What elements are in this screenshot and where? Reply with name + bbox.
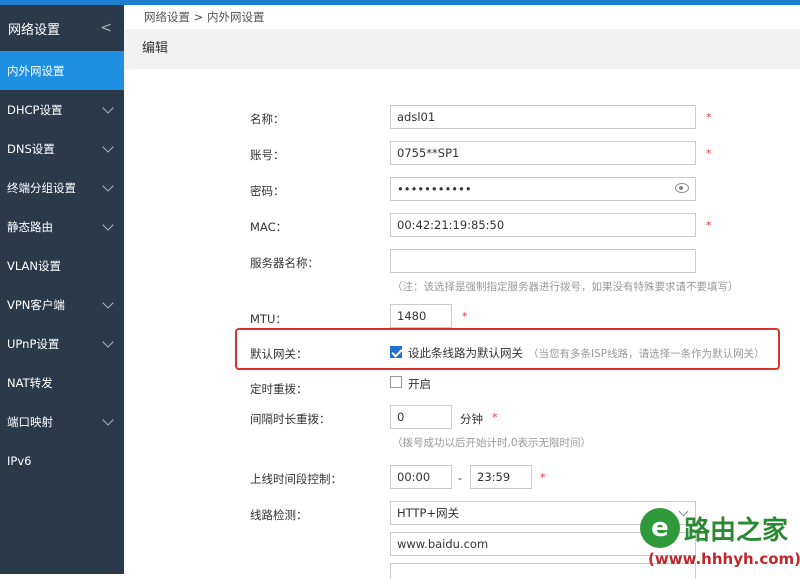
server-name-input[interactable] — [390, 249, 696, 273]
sidebar-item-label: DHCP设置 — [7, 102, 63, 117]
scheduled-redial-checkbox-label: 开启 — [408, 377, 431, 391]
required-mark: * — [540, 471, 546, 484]
required-mark: * — [462, 310, 468, 323]
chevron-down-icon — [102, 179, 114, 192]
account-label: 账号： — [250, 148, 285, 162]
sidebar-item-label: 静态路由 — [7, 219, 53, 234]
sidebar-item-vlan[interactable]: VLAN设置 — [0, 246, 124, 285]
sidebar-item-label: VPN客户端 — [7, 297, 65, 312]
line-detect-label: 线路检测： — [250, 508, 308, 522]
sidebar-item-label: 终端分组设置 — [7, 180, 76, 195]
mtu-input[interactable]: 1480 — [390, 304, 452, 328]
sidebar-item-nat[interactable]: NAT转发 — [0, 363, 124, 402]
default-gateway-checkbox-label: 设此条线路为默认网关 — [408, 346, 523, 360]
account-input[interactable]: 0755**SP1 — [390, 141, 696, 165]
sidebar-item-label: UPnP设置 — [7, 336, 60, 351]
password-label: 密码： — [250, 184, 285, 198]
sidebar-item-dhcp[interactable]: DHCP设置 — [0, 90, 124, 129]
chevron-down-icon — [102, 218, 114, 231]
sidebar-header-label: 网络设置 — [8, 22, 61, 38]
section-title: 编辑 — [124, 29, 800, 69]
main-content: 网络设置 > 内外网设置 编辑 名称： adsl01 * 账号： 0755**S… — [124, 5, 800, 579]
mtu-label: MTU： — [250, 312, 287, 326]
sidebar-item-static-route[interactable]: 静态路由 — [0, 207, 124, 246]
sidebar-item-ipv6[interactable]: IPv6 — [0, 441, 124, 480]
interval-redial-input[interactable]: 0 — [390, 405, 452, 429]
watermark-logo: e — [640, 508, 680, 548]
sidebar-item-vpn-client[interactable]: VPN客户端 — [0, 285, 124, 324]
interval-redial-label: 间隔时长重拨： — [250, 412, 331, 426]
scheduled-redial-label: 定时重拨： — [250, 382, 308, 396]
eye-icon[interactable] — [675, 183, 689, 193]
required-mark: * — [706, 219, 712, 232]
sidebar-item-label: DNS设置 — [7, 141, 55, 156]
sidebar-header[interactable]: 网络设置 < — [0, 5, 124, 51]
sidebar-item-label: 内外网设置 — [7, 63, 65, 78]
breadcrumb: 网络设置 > 内外网设置 — [144, 10, 265, 24]
required-mark: * — [492, 411, 498, 424]
interval-redial-hint: （拨号成功以后开始计时,0表示无限时间） — [392, 437, 592, 449]
required-mark: * — [706, 111, 712, 124]
sidebar-item-terminal-group[interactable]: 终端分组设置 — [0, 168, 124, 207]
password-input[interactable]: ••••••••••• — [390, 177, 696, 201]
online-time-label: 上线时间段控制： — [250, 472, 342, 486]
default-gateway-label: 默认网关： — [250, 347, 308, 361]
required-mark: * — [706, 147, 712, 160]
scheduled-redial-checkbox[interactable] — [390, 376, 402, 388]
sidebar-item-label: IPv6 — [7, 453, 32, 468]
mac-input[interactable]: 00:42:21:19:85:50 — [390, 213, 696, 237]
sidebar-item-upnp[interactable]: UPnP设置 — [0, 324, 124, 363]
watermark-url: (www.hhhyh.com) — [648, 550, 800, 568]
sidebar-item-dns[interactable]: DNS设置 — [0, 129, 124, 168]
server-name-label: 服务器名称： — [250, 256, 319, 270]
server-name-hint: （注：该选择是强制指定服务器进行拨号，如果没有特殊要求请不要填写） — [392, 281, 739, 293]
online-time-end-input[interactable]: 23:59 — [470, 465, 532, 489]
chevron-down-icon — [102, 296, 114, 309]
sidebar-item-label: VLAN设置 — [7, 258, 62, 273]
watermark: e 路由之家 (www.hhhyh.com) — [640, 508, 800, 574]
mac-label: MAC： — [250, 220, 288, 234]
online-time-start-input[interactable]: 00:00 — [390, 465, 452, 489]
password-value: ••••••••••• — [397, 182, 472, 196]
chevron-down-icon — [102, 101, 114, 114]
default-gateway-checkbox[interactable] — [390, 346, 402, 358]
sidebar-item-port-mapping[interactable]: 端口映射 — [0, 402, 124, 441]
chevron-down-icon — [102, 413, 114, 426]
sidebar: 网络设置 < 内外网设置 DHCP设置 DNS设置 终端分组设置 静态路由 VL… — [0, 5, 124, 574]
default-gateway-hint: （当您有多条ISP线路，请选择一条作为默认网关） — [528, 348, 765, 360]
chevron-down-icon — [102, 335, 114, 348]
sidebar-item-label: 端口映射 — [7, 414, 53, 429]
sidebar-item-lan-wan[interactable]: 内外网设置 — [0, 51, 124, 90]
sidebar-item-label: NAT转发 — [7, 375, 53, 390]
chevron-left-icon[interactable]: < — [100, 20, 112, 36]
time-separator: - — [458, 471, 463, 485]
chevron-down-icon — [102, 140, 114, 153]
name-label: 名称： — [250, 112, 285, 126]
watermark-title: 路由之家 — [684, 516, 789, 546]
interval-unit: 分钟 — [460, 412, 483, 426]
name-input[interactable]: adsl01 — [390, 105, 696, 129]
line-detect-selected: HTTP+网关 — [397, 506, 460, 520]
